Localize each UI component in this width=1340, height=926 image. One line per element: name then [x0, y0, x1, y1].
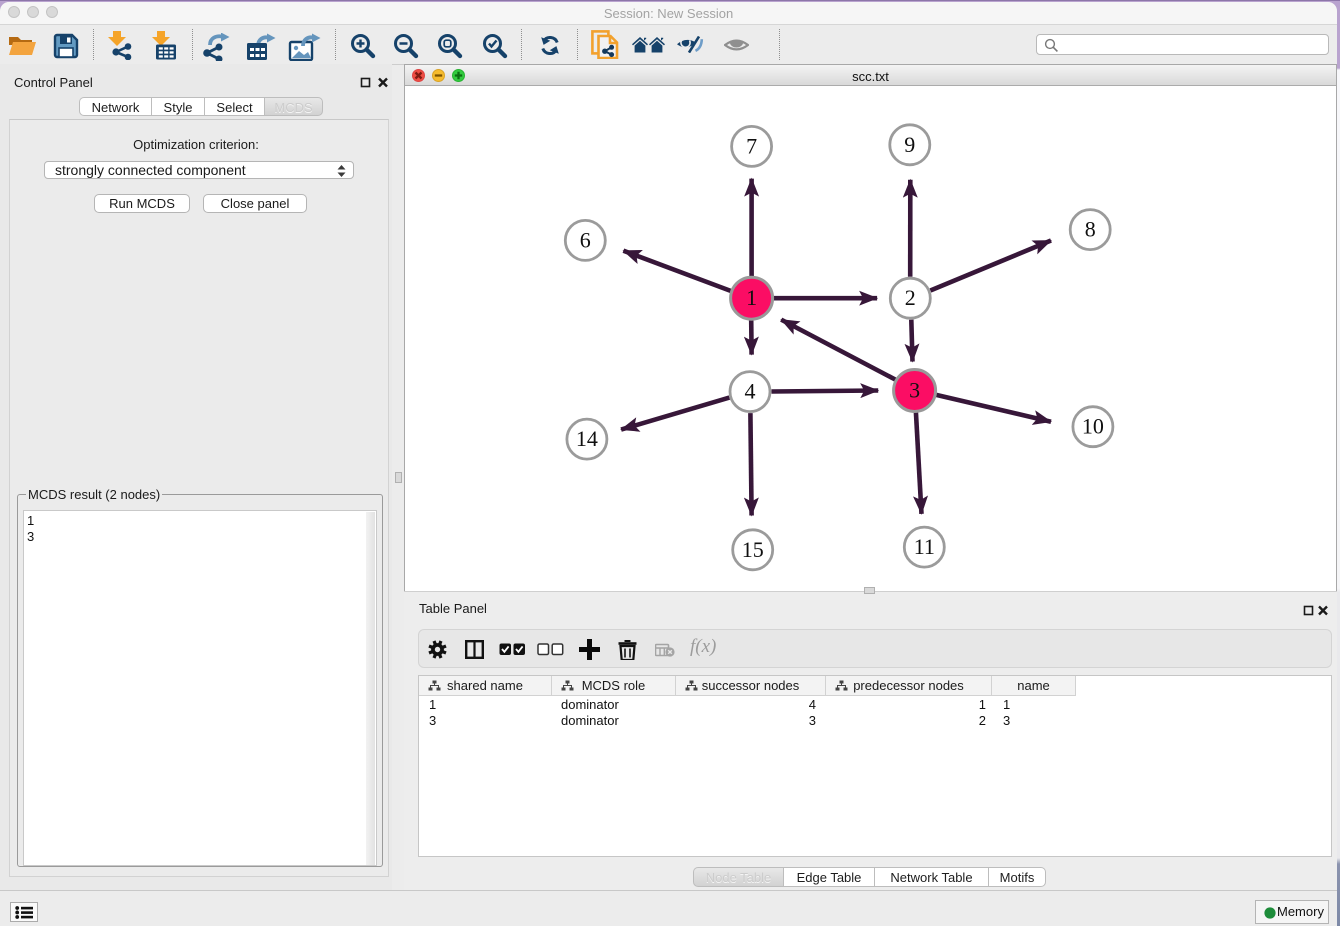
svg-text:10: 10: [1082, 414, 1104, 439]
svg-text:7: 7: [746, 133, 757, 158]
svg-text:8: 8: [1085, 217, 1096, 242]
svg-text:14: 14: [576, 426, 598, 451]
svg-text:6: 6: [580, 227, 591, 252]
svg-text:2: 2: [905, 285, 916, 310]
svg-text:9: 9: [904, 132, 915, 157]
svg-text:15: 15: [742, 537, 764, 562]
svg-text:11: 11: [914, 534, 935, 559]
svg-text:1: 1: [746, 285, 757, 310]
svg-text:3: 3: [909, 378, 920, 403]
svg-text:4: 4: [745, 379, 756, 404]
